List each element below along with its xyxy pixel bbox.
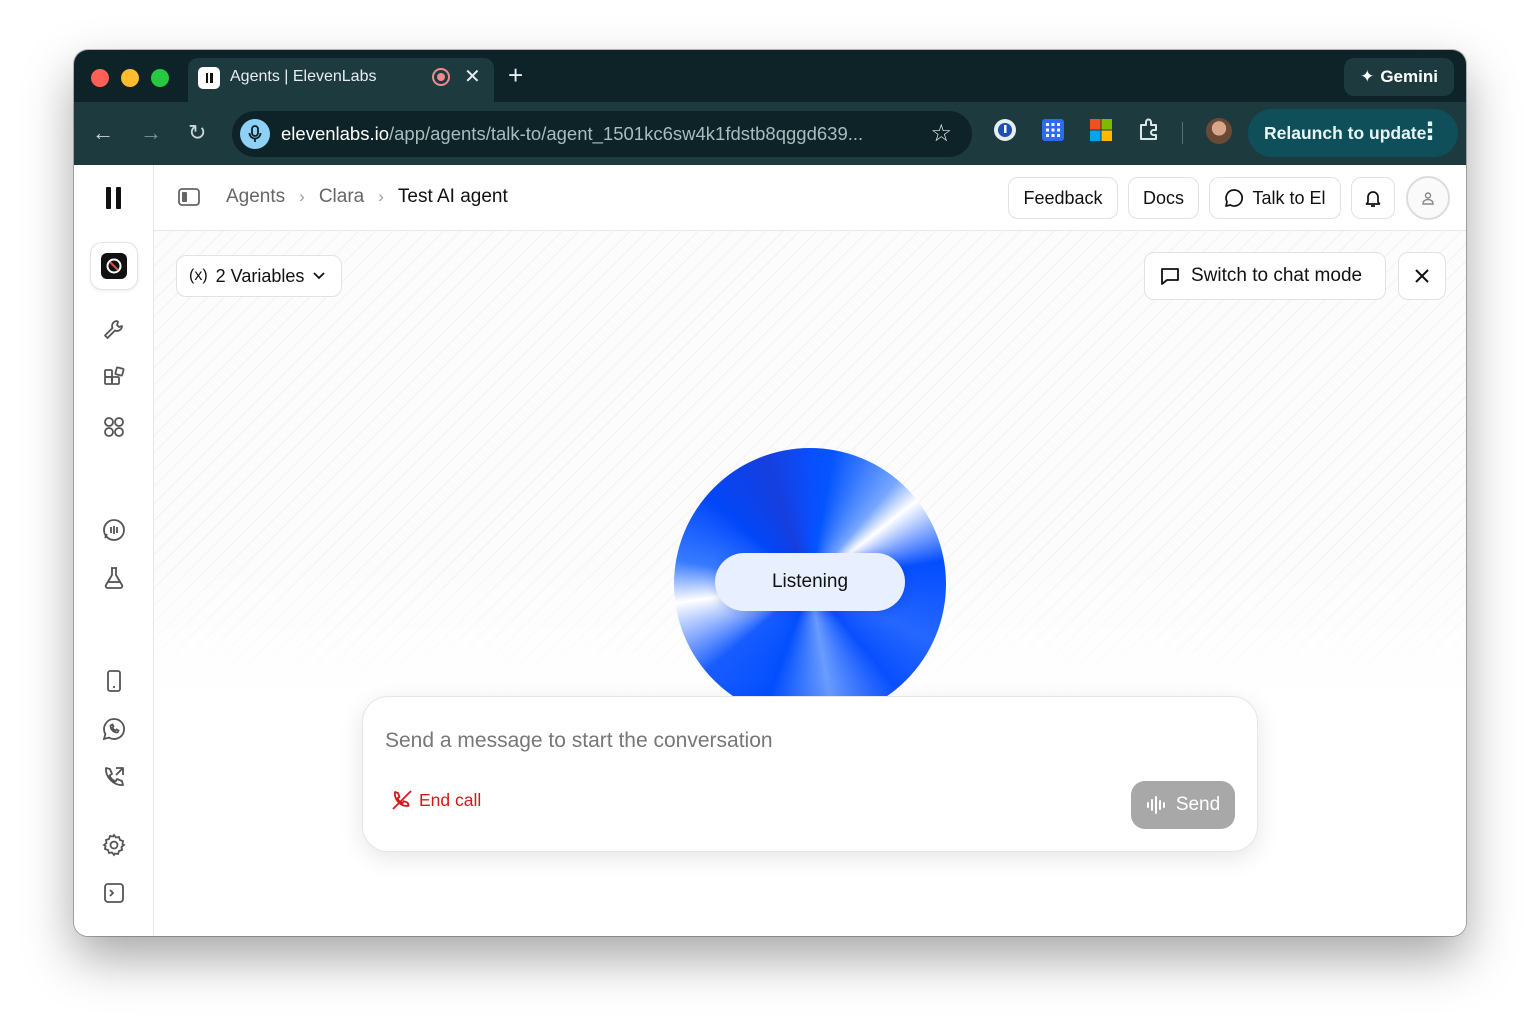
end-call-button[interactable]: End call xyxy=(391,789,481,811)
minimize-window-button[interactable] xyxy=(121,69,139,87)
chevron-right-icon: › xyxy=(378,187,384,206)
tab-title: Agents | ElevenLabs xyxy=(230,68,377,85)
maximize-window-button[interactable] xyxy=(151,69,169,87)
listening-label: Listening xyxy=(771,571,849,592)
panel-toggle-icon[interactable] xyxy=(178,187,200,212)
tab-close-icon[interactable]: ✕ xyxy=(464,64,481,89)
sparkle-icon: ✦ xyxy=(1360,67,1375,86)
chevron-down-icon xyxy=(313,272,326,280)
switch-to-chat-mode-label: Switch to chat mode xyxy=(1191,265,1363,286)
whatsapp-icon[interactable] xyxy=(101,716,127,742)
breadcrumb-current: Test AI agent xyxy=(397,186,508,207)
more-vertical-icon[interactable]: ⋮ xyxy=(1418,117,1442,147)
tests-icon[interactable] xyxy=(101,565,127,591)
talk-to-el-label: Talk to El xyxy=(1252,187,1326,208)
variable-icon: (x) xyxy=(189,267,208,284)
browser-toolbar: ← → ↻ elevenlabs.io/app/agents/talk-to/a… xyxy=(74,102,1466,165)
relaunch-label: Relaunch to update xyxy=(1264,122,1427,143)
terminal-icon[interactable] xyxy=(101,880,127,906)
message-composer: Send a message to start the conversation… xyxy=(362,696,1258,852)
profile-avatar[interactable] xyxy=(1206,118,1232,144)
toolbar-divider xyxy=(1182,122,1183,144)
outbound-call-icon[interactable] xyxy=(101,764,127,790)
browser-window: Agents | ElevenLabs ✕ + ✦ Gemini ← → ↻ e… xyxy=(74,50,1466,936)
feedback-button[interactable]: Feedback xyxy=(1008,177,1118,219)
conversations-icon[interactable] xyxy=(101,517,127,543)
close-panel-button[interactable] xyxy=(1398,252,1446,300)
breadcrumb-clara[interactable]: Clara xyxy=(319,186,364,208)
extensions-puzzle-icon[interactable] xyxy=(1136,117,1162,143)
wrench-icon[interactable] xyxy=(101,317,127,343)
elevenlabs-logo-icon[interactable] xyxy=(106,187,121,209)
recording-icon xyxy=(432,68,450,86)
microphone-icon[interactable] xyxy=(240,119,270,149)
chat-bubble-icon xyxy=(1225,189,1244,207)
phone-icon[interactable] xyxy=(101,668,127,694)
variables-label: 2 Variables xyxy=(215,265,305,286)
extension-microsoft-icon[interactable] xyxy=(1088,117,1114,143)
bell-icon xyxy=(1365,191,1381,207)
breadcrumb-agents[interactable]: Agents xyxy=(226,186,285,208)
sidebar-item-agent[interactable] xyxy=(90,242,138,290)
user-menu-button[interactable] xyxy=(1406,176,1450,220)
extension-1password-icon[interactable] xyxy=(992,117,1018,143)
feedback-label: Feedback xyxy=(1023,187,1103,208)
tab-bar: Agents | ElevenLabs ✕ + ✦ Gemini xyxy=(74,50,1466,104)
gemini-button[interactable]: ✦ Gemini xyxy=(1344,58,1454,96)
waveform-icon xyxy=(1146,796,1165,814)
settings-icon[interactable] xyxy=(101,832,127,858)
back-icon[interactable]: ← xyxy=(92,118,114,148)
docs-label: Docs xyxy=(1142,187,1184,208)
message-input[interactable]: Send a message to start the conversation xyxy=(385,729,773,753)
extension-grid-icon[interactable] xyxy=(1040,117,1066,143)
close-icon xyxy=(1415,269,1429,283)
message-square-icon xyxy=(1161,268,1179,285)
phone-off-icon xyxy=(392,790,412,810)
listening-status-pill: Listening xyxy=(715,553,905,611)
switch-to-chat-mode-button[interactable]: Switch to chat mode xyxy=(1144,252,1386,300)
forward-icon[interactable]: → xyxy=(140,118,162,148)
app-header: Agents › Clara › Test AI agent Feedback … xyxy=(154,165,1466,231)
gemini-label: Gemini xyxy=(1380,67,1438,86)
send-button[interactable]: Send xyxy=(1131,781,1235,829)
browser-tab[interactable]: Agents | ElevenLabs ✕ xyxy=(188,58,494,104)
talk-to-el-button[interactable]: Talk to El xyxy=(1209,177,1341,219)
app-root: Agents › Clara › Test AI agent Feedback … xyxy=(74,165,1466,936)
reload-icon[interactable]: ↻ xyxy=(188,118,206,148)
relaunch-button[interactable]: Relaunch to update ⋮ xyxy=(1248,109,1458,157)
new-tab-button[interactable]: + xyxy=(508,60,523,90)
address-bar[interactable]: elevenlabs.io/app/agents/talk-to/agent_1… xyxy=(232,111,972,157)
variables-dropdown[interactable]: (x) 2 Variables xyxy=(176,255,342,297)
sidebar xyxy=(74,165,154,936)
url-text: elevenlabs.io/app/agents/talk-to/agent_1… xyxy=(281,123,864,144)
talk-to-agent-panel: (x) 2 Variables Switch to chat mode List… xyxy=(154,231,1466,936)
apps-icon[interactable] xyxy=(101,414,127,440)
elevenlabs-favicon-icon xyxy=(198,67,220,89)
close-window-button[interactable] xyxy=(91,69,109,87)
end-call-label: End call xyxy=(419,789,482,810)
docs-button[interactable]: Docs xyxy=(1128,177,1199,219)
send-label: Send xyxy=(1175,794,1221,815)
integrations-icon[interactable] xyxy=(101,365,127,391)
chevron-right-icon: › xyxy=(299,187,305,206)
bookmark-star-icon[interactable]: ☆ xyxy=(930,119,952,148)
breadcrumb: Agents › Clara › Test AI agent xyxy=(226,186,508,208)
notifications-button[interactable] xyxy=(1351,177,1395,219)
agent-icon xyxy=(101,253,127,279)
user-icon xyxy=(1422,192,1434,205)
